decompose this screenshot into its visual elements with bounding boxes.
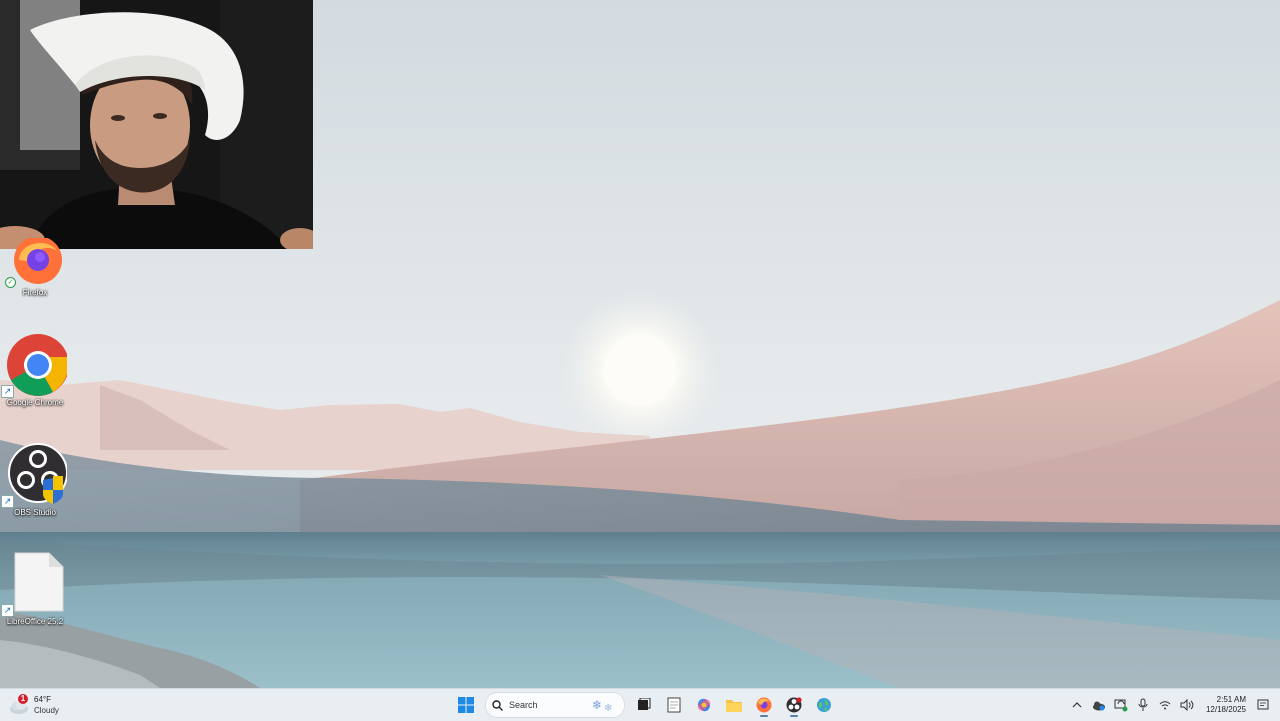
notepad-button[interactable]	[661, 692, 687, 718]
volume-icon[interactable]	[1176, 694, 1198, 716]
wifi-icon[interactable]	[1154, 694, 1176, 716]
folder-icon	[726, 700, 742, 712]
start-button[interactable]	[453, 692, 479, 718]
cloud-icon: 1	[8, 694, 30, 716]
notepad-icon	[667, 697, 681, 713]
firefox-taskbar-button[interactable]	[751, 692, 777, 718]
shortcut-arrow-icon: ↗	[1, 385, 14, 398]
copilot-button[interactable]	[691, 692, 717, 718]
chrome-icon: ↗	[1, 332, 69, 398]
taskbar-center: Search ❄ ❄	[451, 691, 839, 719]
desktop-icon-label: LibreOffice 25.2	[6, 617, 64, 626]
desktop-icon-firefox[interactable]: ✓ Firefox	[0, 236, 70, 297]
taskbar-search[interactable]: Search ❄ ❄	[485, 692, 625, 718]
task-view-icon	[638, 698, 651, 710]
windows-logo-icon	[458, 697, 474, 713]
webcam-overlay	[0, 0, 313, 249]
globe-app-button[interactable]	[811, 692, 837, 718]
clock-date: 12/18/2025	[1205, 705, 1246, 714]
weather-alert-badge: 1	[18, 694, 28, 704]
shortcut-arrow-icon: ↗	[1, 495, 14, 508]
desktop-icon-label: Google Chrome	[6, 398, 64, 407]
chevron-up-icon[interactable]	[1066, 694, 1088, 716]
file-explorer-button[interactable]	[721, 692, 747, 718]
desktop-icon-chrome[interactable]: ↗ Google Chrome	[0, 332, 70, 407]
weather-widget[interactable]: 1 64°F Cloudy	[8, 691, 59, 719]
svg-text:❄: ❄	[592, 698, 602, 712]
task-view-button[interactable]	[631, 692, 657, 718]
system-tray: 2:51 AM 12/18/2025	[1066, 691, 1280, 719]
shortcut-arrow-icon: ↗	[1, 604, 14, 617]
desktop-icon-label: OBS Studio	[14, 508, 56, 517]
snowflake-icon: ❄ ❄	[592, 698, 612, 713]
search-icon	[492, 699, 503, 711]
obs-taskbar-button[interactable]	[781, 692, 807, 718]
microphone-icon[interactable]	[1132, 694, 1154, 716]
svg-text:❄: ❄	[604, 703, 612, 713]
clock-time: 2:51 AM	[1216, 695, 1246, 704]
onedrive-icon[interactable]	[1088, 694, 1110, 716]
sync-icon[interactable]	[1110, 694, 1132, 716]
desktop-icon-obs[interactable]: ↗ OBS Studio	[0, 442, 70, 517]
firefox-icon	[756, 697, 772, 713]
obs-icon	[786, 697, 802, 713]
sync-status-icon: ✓	[5, 277, 16, 288]
notification-icon[interactable]	[1252, 694, 1274, 716]
document-icon: ↗	[1, 551, 67, 617]
firefox-icon: ✓	[3, 236, 67, 288]
clock[interactable]: 2:51 AM 12/18/2025	[1202, 695, 1246, 715]
taskbar: 1 64°F Cloudy Search ❄ ❄ 2:51 AM 12/18/2…	[0, 688, 1280, 721]
weather-condition: Cloudy	[34, 706, 59, 715]
globe-icon	[817, 698, 831, 712]
search-placeholder: Search	[509, 700, 538, 710]
copilot-icon	[697, 698, 711, 712]
desktop-icon-label: Firefox	[22, 288, 48, 297]
desktop-icon-libreoffice[interactable]: ↗ LibreOffice 25.2	[0, 551, 70, 626]
weather-temperature: 64°F	[34, 695, 51, 704]
obs-icon: ↗	[1, 442, 68, 508]
